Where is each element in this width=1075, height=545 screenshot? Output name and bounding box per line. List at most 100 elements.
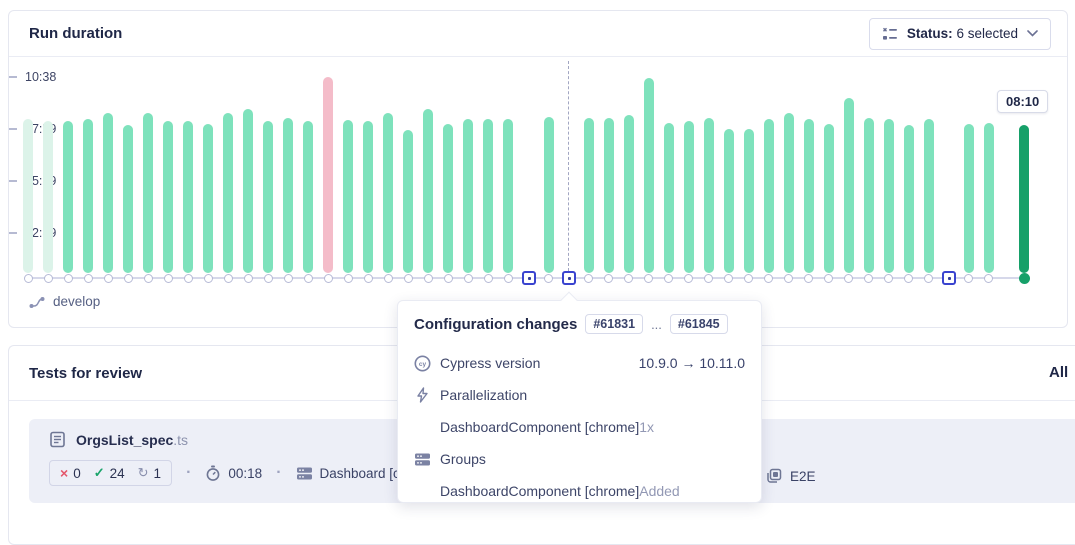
run-bar-ok[interactable] <box>824 124 834 273</box>
run-bar-ok[interactable] <box>844 98 854 273</box>
run-point[interactable] <box>144 274 153 283</box>
run-bar-ok[interactable] <box>143 113 153 273</box>
run-bar-ok[interactable] <box>904 125 914 273</box>
run-point[interactable] <box>984 274 993 283</box>
run-point[interactable] <box>664 274 673 283</box>
run-bar-failed[interactable] <box>323 77 333 273</box>
run-point[interactable] <box>604 274 613 283</box>
run-bar-ok[interactable] <box>123 125 133 273</box>
run-bar-ok[interactable] <box>684 121 694 273</box>
run-point[interactable] <box>484 274 493 283</box>
latest-run-point[interactable] <box>1019 273 1030 284</box>
run-point[interactable] <box>204 274 213 283</box>
run-bar-ok[interactable] <box>383 113 393 273</box>
run-point[interactable] <box>884 274 893 283</box>
run-point[interactable] <box>64 274 73 283</box>
run-point[interactable] <box>44 274 53 283</box>
run-point[interactable] <box>724 274 733 283</box>
run-point[interactable] <box>384 274 393 283</box>
run-point[interactable] <box>544 274 553 283</box>
run-point[interactable] <box>864 274 873 283</box>
run-bar-muted[interactable] <box>43 121 53 273</box>
run-point[interactable] <box>404 274 413 283</box>
run-point[interactable] <box>844 274 853 283</box>
run-point[interactable] <box>764 274 773 283</box>
run-bar-ok[interactable] <box>503 119 513 273</box>
run-bar-ok[interactable] <box>163 121 173 273</box>
run-bar-latest[interactable] <box>1019 125 1029 273</box>
run-bar-ok[interactable] <box>704 118 714 273</box>
run-point[interactable] <box>84 274 93 283</box>
run-point[interactable] <box>364 274 373 283</box>
run-bar-ok[interactable] <box>924 119 934 273</box>
run-point[interactable] <box>744 274 753 283</box>
run-bar-ok[interactable] <box>243 109 253 273</box>
run-bar-ok[interactable] <box>403 130 413 273</box>
run-point[interactable] <box>284 274 293 283</box>
run-bar-ok[interactable] <box>624 115 634 273</box>
run-bar-ok[interactable] <box>984 123 994 273</box>
run-point[interactable] <box>904 274 913 283</box>
config-change-marker[interactable] <box>562 271 576 285</box>
run-bar-ok[interactable] <box>343 120 353 273</box>
run-point[interactable] <box>784 274 793 283</box>
run-bar-ok[interactable] <box>604 118 614 273</box>
run-point[interactable] <box>444 274 453 283</box>
run-bar-muted[interactable] <box>23 119 33 273</box>
run-point[interactable] <box>704 274 713 283</box>
run-bar-ok[interactable] <box>644 78 654 273</box>
run-bar-ok[interactable] <box>544 117 554 273</box>
run-point[interactable] <box>184 274 193 283</box>
run-point[interactable] <box>124 274 133 283</box>
run-bar-ok[interactable] <box>63 121 73 273</box>
run-point[interactable] <box>964 274 973 283</box>
run-bar-ok[interactable] <box>283 118 293 273</box>
run-bar-ok[interactable] <box>423 109 433 273</box>
run-point[interactable] <box>424 274 433 283</box>
config-change-marker[interactable] <box>522 271 536 285</box>
run-bar-ok[interactable] <box>724 129 734 273</box>
run-point[interactable] <box>924 274 933 283</box>
config-change-marker[interactable] <box>942 271 956 285</box>
run-point[interactable] <box>624 274 633 283</box>
run-bar-ok[interactable] <box>764 119 774 273</box>
run-bar-ok[interactable] <box>884 119 894 273</box>
run-bar-ok[interactable] <box>203 124 213 273</box>
run-bar-ok[interactable] <box>303 121 313 273</box>
run-point[interactable] <box>804 274 813 283</box>
run-point[interactable] <box>24 274 33 283</box>
run-point[interactable] <box>504 274 513 283</box>
run-bar-ok[interactable] <box>463 119 473 273</box>
run-bar-ok[interactable] <box>784 113 794 273</box>
run-point[interactable] <box>224 274 233 283</box>
run-bar-ok[interactable] <box>103 113 113 273</box>
run-bar-ok[interactable] <box>183 121 193 273</box>
all-link[interactable]: All <box>1049 364 1068 381</box>
spec-name[interactable]: OrgsList_spec.ts <box>76 432 188 448</box>
run-point[interactable] <box>464 274 473 283</box>
run-point[interactable] <box>104 274 113 283</box>
run-bar-ok[interactable] <box>664 123 674 273</box>
run-point[interactable] <box>684 274 693 283</box>
run-bar-ok[interactable] <box>584 118 594 273</box>
run-bar-ok[interactable] <box>804 119 814 273</box>
run-bar-ok[interactable] <box>263 121 273 273</box>
run-point[interactable] <box>244 274 253 283</box>
run-bar-ok[interactable] <box>83 119 93 273</box>
run-bar-ok[interactable] <box>483 119 493 273</box>
run-bar-ok[interactable] <box>964 124 974 273</box>
run-bar-ok[interactable] <box>864 118 874 273</box>
run-bar-ok[interactable] <box>223 113 233 273</box>
run-bar-ok[interactable] <box>744 129 754 273</box>
run-point[interactable] <box>584 274 593 283</box>
run-point[interactable] <box>644 274 653 283</box>
run-point[interactable] <box>344 274 353 283</box>
run-point[interactable] <box>164 274 173 283</box>
run-point[interactable] <box>304 274 313 283</box>
run-point[interactable] <box>824 274 833 283</box>
run-point[interactable] <box>264 274 273 283</box>
passed-count: ✓24 <box>94 465 125 481</box>
run-bar-ok[interactable] <box>363 121 373 273</box>
run-bar-ok[interactable] <box>443 124 453 273</box>
run-point[interactable] <box>324 274 333 283</box>
